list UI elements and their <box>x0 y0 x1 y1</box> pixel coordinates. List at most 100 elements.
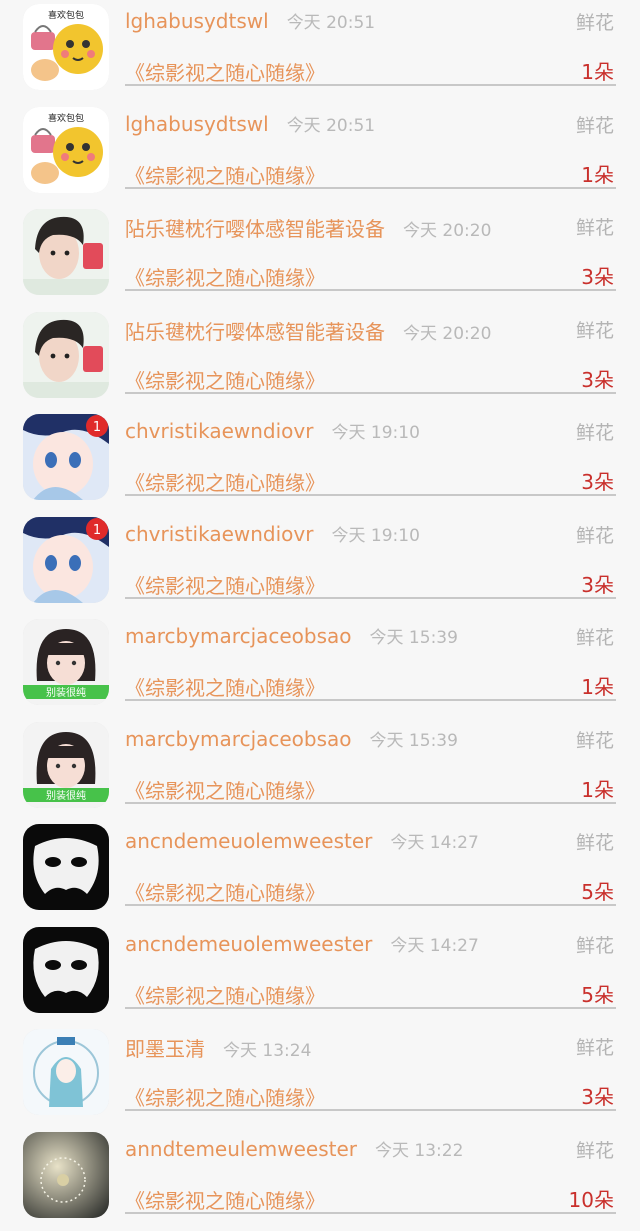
user-avatar[interactable]: 1 <box>23 517 109 603</box>
flower-count: 1朵 <box>581 675 614 699</box>
gift-type-label: 鲜花 <box>575 422 614 444</box>
flower-count: 1朵 <box>581 778 614 802</box>
user-avatar[interactable] <box>23 209 109 295</box>
user-name[interactable]: lghabusydtswl 今天 20:51 <box>125 111 375 136</box>
user-name-text: chvristikaewndiovr <box>125 419 314 443</box>
user-name-text: 阽乐毽枕行嘤体感智能著设备 <box>125 217 385 241</box>
gift-type-label: 鲜花 <box>575 12 614 34</box>
list-item[interactable]: 阽乐毽枕行嘤体感智能著设备 今天 20:20 鲜花《综影视之随心随缘》 3朵 <box>0 205 640 308</box>
gift-type-label: 鲜花 <box>575 832 614 854</box>
timestamp: 今天 20:20 <box>403 221 492 241</box>
user-name[interactable]: 阽乐毽枕行嘤体感智能著设备 今天 20:20 <box>125 213 491 242</box>
flower-count: 10朵 <box>568 1188 614 1212</box>
notification-badge-count: 1 <box>93 523 101 538</box>
row-divider <box>125 187 616 189</box>
book-title-link[interactable]: 《综影视之随心随缘》 <box>125 262 325 291</box>
user-name[interactable]: marcbymarcjaceobsao 今天 15:39 <box>125 623 458 648</box>
book-title-link[interactable]: 《综影视之随心随缘》 <box>125 160 325 189</box>
user-avatar[interactable]: 喜欢包包 <box>23 107 109 193</box>
list-item[interactable]: 1 chvristikaewndiovr 今天 19:10 鲜花 《综影视之随心随缘》… <box>0 513 640 616</box>
timestamp: 今天 14:27 <box>390 833 479 853</box>
user-avatar[interactable]: 喜欢包包 <box>23 4 109 90</box>
flower-count: 3朵 <box>581 573 614 597</box>
bob-hair-girl-icon: 别装很纯 <box>23 619 109 705</box>
anime-girl-icon: 1 <box>23 414 109 500</box>
user-avatar[interactable] <box>23 927 109 1013</box>
flower-count: 1朵 <box>581 60 614 84</box>
user-avatar[interactable]: 别装很纯 <box>23 619 109 705</box>
list-item[interactable]: 别装很纯 marcbymarcjaceobsao 今天 15:39 鲜花《综影视之随… <box>0 615 640 718</box>
gift-type-label: 鲜花 <box>575 935 614 957</box>
row-divider <box>125 289 616 291</box>
timestamp: 今天 15:39 <box>369 731 458 751</box>
user-avatar[interactable]: 1 <box>23 414 109 500</box>
timestamp: 今天 14:27 <box>390 936 479 956</box>
user-name[interactable]: chvristikaewndiovr 今天 19:10 <box>125 521 420 546</box>
user-name-text: chvristikaewndiovr <box>125 522 314 546</box>
gift-type-label: 鲜花 <box>575 115 614 137</box>
gift-type-label: 鲜花 <box>575 217 614 239</box>
user-name[interactable]: 阽乐毽枕行嘤体感智能著设备 今天 20:20 <box>125 316 491 345</box>
list-item[interactable]: 喜欢包包 lghabusydtswl 今天 20:51 鲜花《综影视之随心随缘》 1朵 <box>0 0 640 103</box>
row-divider <box>125 597 616 599</box>
user-avatar[interactable]: 别装很纯 <box>23 722 109 808</box>
book-title-link[interactable]: 《综影视之随心随缘》 <box>125 467 325 496</box>
notification-badge-count: 1 <box>93 420 101 435</box>
user-name[interactable]: marcbymarcjaceobsao 今天 15:39 <box>125 726 458 751</box>
list-item[interactable]: 阽乐毽枕行嘤体感智能著设备 今天 20:20 鲜花 《综影视之随心随缘》 3朵 <box>0 308 640 411</box>
book-title-link[interactable]: 《综影视之随心随缘》 <box>125 1082 325 1111</box>
list-item[interactable]: 别装很纯 marcbymarcjaceobsao 今天 15:39 鲜花 《综影视之随… <box>0 718 640 821</box>
user-name[interactable]: chvristikaewndiovr 今天 19:10 <box>125 418 420 443</box>
timestamp: 今天 13:22 <box>375 1141 464 1161</box>
list-item[interactable]: ancndemeuolemweester 今天 14:27 鲜花《综影视之随心随缘》… <box>0 820 640 923</box>
book-title-link[interactable]: 《综影视之随心随缘》 <box>125 775 325 804</box>
timestamp: 今天 19:10 <box>331 526 420 546</box>
list-item[interactable]: 1 chvristikaewndiovr 今天 19:10 鲜花《综影视之随心随缘》… <box>0 410 640 513</box>
book-title-link[interactable]: 《综影视之随心随缘》 <box>125 980 325 1009</box>
anime-girl-icon: 1 <box>23 517 109 603</box>
list-item[interactable]: ancndemeuolemweester 今天 14:27 鲜花《综影视之随心随缘》… <box>0 923 640 1026</box>
user-name[interactable]: lghabusydtswl 今天 20:51 <box>125 8 375 33</box>
user-name[interactable]: 即墨玉清 今天 13:24 <box>125 1033 311 1062</box>
user-name-text: lghabusydtswl <box>125 112 269 136</box>
user-avatar[interactable] <box>23 824 109 910</box>
book-title-link[interactable]: 《综影视之随心随缘》 <box>125 877 325 906</box>
row-divider <box>125 392 616 394</box>
list-item[interactable]: 喜欢包包 lghabusydtswl 今天 20:51 鲜花 《综影视之随心随缘》 1朵 <box>0 103 640 206</box>
gift-record-list: 喜欢包包 lghabusydtswl 今天 20:51 鲜花 《综影视之随心随缘》 1朵… <box>0 0 640 1218</box>
gift-type-label: 鲜花 <box>575 627 614 649</box>
user-avatar[interactable] <box>23 1029 109 1115</box>
user-name-text: anndtemeulemweester <box>125 1137 358 1161</box>
list-item[interactable]: 即墨玉清 今天 13:24 鲜花 《综影视之随心随缘》 3朵 <box>0 1025 640 1128</box>
timestamp: 今天 13:24 <box>223 1041 312 1061</box>
dandelion-icon <box>23 1132 109 1218</box>
row-divider <box>125 699 616 701</box>
book-title-link[interactable]: 《综影视之随心随缘》 <box>125 365 325 394</box>
user-name[interactable]: ancndemeuolemweester 今天 14:27 <box>125 828 479 853</box>
timestamp: 今天 20:20 <box>403 324 492 344</box>
user-name-text: lghabusydtswl <box>125 9 269 33</box>
avatar-caption: 喜欢包包 <box>48 9 84 21</box>
book-title-link[interactable]: 《综影视之随心随缘》 <box>125 672 325 701</box>
young-man-icon <box>23 312 109 398</box>
user-name-text: 阽乐毽枕行嘤体感智能著设备 <box>125 320 385 344</box>
avatar-caption: 别装很纯 <box>46 789 86 802</box>
list-item[interactable]: anndtemeulemweester 今天 13:22 鲜花 《综影视之随心随缘》 1… <box>0 1128 640 1231</box>
gift-type-label: 鲜花 <box>575 320 614 342</box>
user-name-text: ancndemeuolemweester <box>125 932 373 956</box>
bob-hair-girl-icon: 别装很纯 <box>23 722 109 808</box>
flower-count: 3朵 <box>581 265 614 289</box>
user-name-text: 即墨玉清 <box>125 1037 205 1061</box>
user-avatar[interactable] <box>23 312 109 398</box>
user-avatar[interactable] <box>23 1132 109 1218</box>
row-divider <box>125 1109 616 1111</box>
user-name-text: marcbymarcjaceobsao <box>125 727 352 751</box>
user-name[interactable]: anndtemeulemweester 今天 13:22 <box>125 1136 463 1161</box>
book-title-link[interactable]: 《综影视之随心随缘》 <box>125 1185 325 1214</box>
user-name[interactable]: ancndemeuolemweester 今天 14:27 <box>125 931 479 956</box>
book-title-link[interactable]: 《综影视之随心随缘》 <box>125 570 325 599</box>
white-mask-icon <box>23 824 109 910</box>
row-divider <box>125 1007 616 1009</box>
book-title-link[interactable]: 《综影视之随心随缘》 <box>125 57 325 86</box>
user-name-text: ancndemeuolemweester <box>125 829 373 853</box>
